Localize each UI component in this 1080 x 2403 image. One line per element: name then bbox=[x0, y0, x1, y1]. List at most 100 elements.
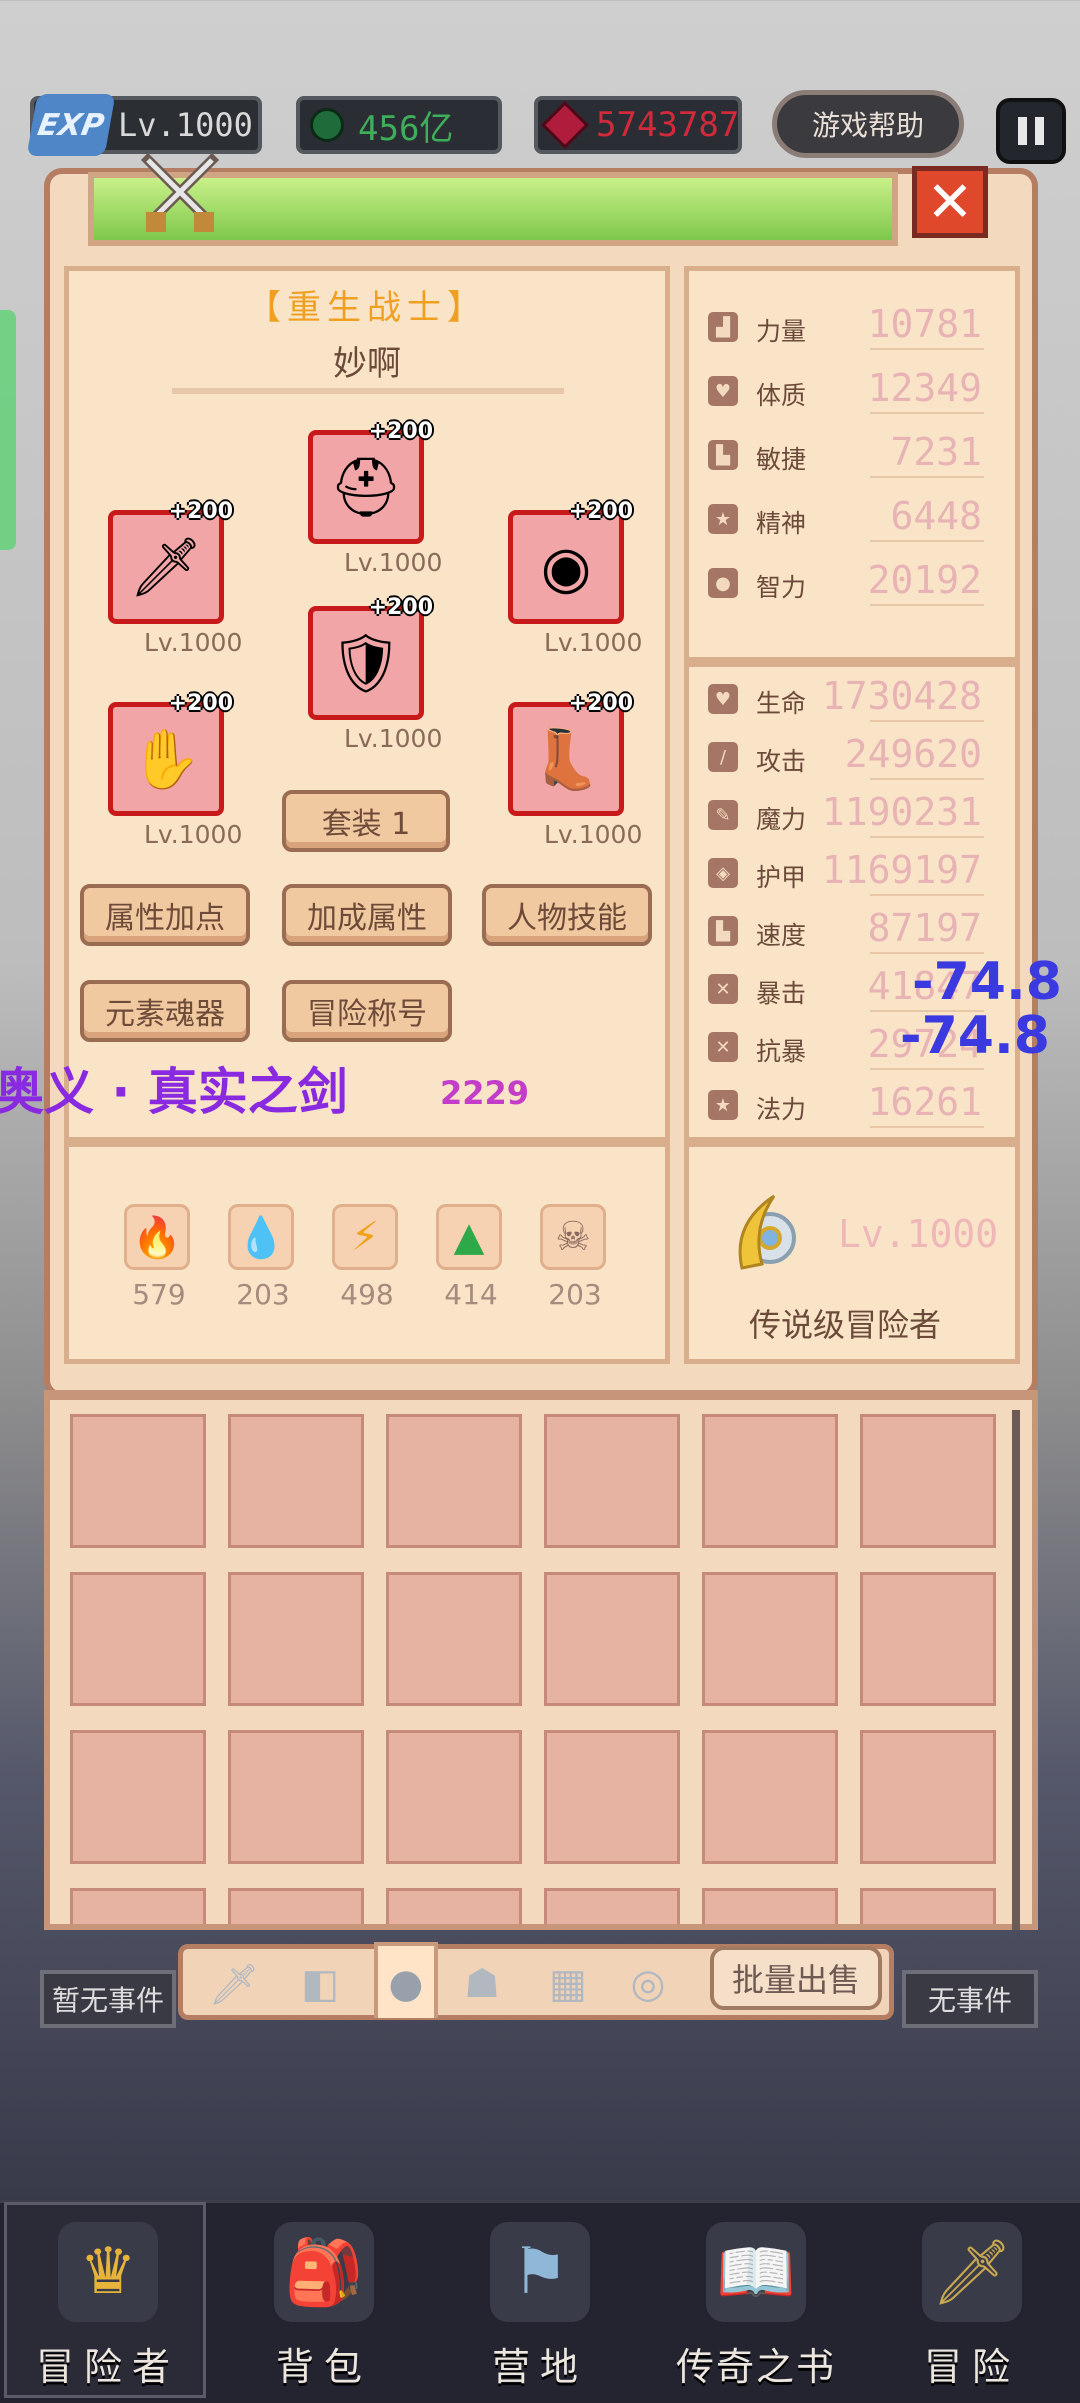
element-soul-button[interactable]: 元素魂器 bbox=[80, 980, 250, 1042]
inventory-slot[interactable] bbox=[228, 1888, 364, 1924]
sword-icon: / bbox=[708, 742, 738, 772]
stat-value: 16261 bbox=[867, 1080, 982, 1124]
nav-adventure[interactable]: 🗡 冒险 bbox=[864, 2214, 1080, 2394]
equip-level: Lv.1000 bbox=[344, 724, 443, 753]
resource-lightning: ⚡ 498 bbox=[332, 1204, 402, 1311]
enhance-level: +200 bbox=[368, 595, 433, 620]
sword-tab-icon[interactable]: 🗡 bbox=[204, 1954, 264, 2014]
inventory-slot[interactable] bbox=[228, 1414, 364, 1548]
armor-tab-icon[interactable]: ◧ bbox=[290, 1954, 350, 2014]
sword-icon: 🗡 bbox=[922, 2222, 1022, 2322]
damage-float: -74.8 bbox=[900, 1006, 1050, 1066]
round-shield-icon: ◉ bbox=[540, 533, 592, 601]
nav-adventurer[interactable]: ♛ 冒险者 bbox=[0, 2214, 216, 2394]
nav-label: 冒险者 bbox=[35, 2345, 180, 2389]
inventory-slot[interactable] bbox=[544, 1888, 680, 1924]
attr-value: 6448 bbox=[890, 494, 982, 538]
adventure-title-button[interactable]: 冒险称号 bbox=[282, 980, 452, 1042]
side-glow bbox=[0, 310, 16, 550]
equip-slot-boots[interactable]: +200 👢 bbox=[508, 691, 633, 816]
inventory-scrollbar[interactable] bbox=[1012, 1410, 1020, 1930]
legend-level: Lv.1000 bbox=[838, 1212, 999, 1256]
stat-value: 1730428 bbox=[821, 674, 982, 718]
nav-legend-book[interactable]: 📖 传奇之书 bbox=[648, 2214, 864, 2394]
ring-tab-icon[interactable]: ◎ bbox=[618, 1954, 678, 2014]
inventory-slot[interactable] bbox=[860, 1414, 996, 1548]
nav-backpack[interactable]: 🎒 背包 bbox=[216, 2214, 432, 2394]
legend-emblem-icon bbox=[722, 1184, 812, 1284]
gloves-icon: ✋ bbox=[129, 725, 203, 793]
attr-value: 10781 bbox=[867, 302, 982, 346]
name-divider bbox=[172, 388, 564, 394]
boots-icon: 👢 bbox=[529, 725, 603, 793]
equip-slot-gloves[interactable]: +200 ✋ bbox=[108, 691, 233, 816]
inventory-slot[interactable] bbox=[70, 1888, 206, 1924]
crit-resist-icon: ✕ bbox=[708, 1032, 738, 1062]
nav-label: 传奇之书 bbox=[675, 2345, 836, 2389]
inventory-slot[interactable] bbox=[70, 1572, 206, 1706]
inventory-slot[interactable] bbox=[386, 1414, 522, 1548]
equip-slot-helmet[interactable]: +200 ⛑ bbox=[308, 419, 433, 544]
inventory-slot[interactable] bbox=[228, 1730, 364, 1864]
game-help-button[interactable]: 游戏帮助 bbox=[772, 90, 964, 158]
stat-row-armor: ◈ 护甲 1169197 bbox=[700, 846, 990, 900]
resource-count: 498 bbox=[340, 1278, 394, 1311]
emerald-icon bbox=[310, 108, 344, 142]
crossed-swords-icon bbox=[136, 150, 224, 238]
equip-slot-shield[interactable]: +200 ◉ bbox=[508, 499, 633, 624]
inventory-slot[interactable] bbox=[544, 1730, 680, 1864]
inventory-slot[interactable] bbox=[544, 1414, 680, 1548]
heart-icon: ♥ bbox=[708, 376, 738, 406]
equip-level: Lv.1000 bbox=[144, 820, 243, 849]
player-level: Lv.1000 bbox=[118, 106, 253, 144]
close-button[interactable]: ✕ bbox=[912, 166, 988, 238]
inventory-slot[interactable] bbox=[860, 1730, 996, 1864]
close-icon: ✕ bbox=[926, 169, 974, 235]
character-skills-button[interactable]: 人物技能 bbox=[482, 884, 652, 946]
backpack-icon: 🎒 bbox=[274, 2222, 374, 2322]
inventory-slot[interactable] bbox=[386, 1572, 522, 1706]
nav-camp[interactable]: ⚑ 营地 bbox=[432, 2214, 648, 2394]
stat-points-button[interactable]: 属性加点 bbox=[80, 884, 250, 946]
armor-icon: 🛡 bbox=[329, 629, 403, 697]
bonus-stats-button[interactable]: 加成属性 bbox=[282, 884, 452, 946]
set-button[interactable]: 套装 1 bbox=[282, 790, 450, 852]
boot-icon: ▙ bbox=[708, 916, 738, 946]
helmet-tab-icon[interactable]: ● bbox=[376, 1954, 436, 2014]
stat-value: 1169197 bbox=[821, 848, 982, 892]
inventory-slot[interactable] bbox=[860, 1888, 996, 1924]
enhance-level: +200 bbox=[368, 419, 433, 444]
equip-slot-weapon[interactable]: +200 🗡 bbox=[108, 499, 233, 624]
inventory-slot[interactable] bbox=[702, 1888, 838, 1924]
heart-icon: ♥ bbox=[708, 684, 738, 714]
pause-button[interactable] bbox=[996, 98, 1066, 164]
inventory-slot[interactable] bbox=[386, 1888, 522, 1924]
attr-value: 7231 bbox=[890, 430, 982, 474]
pause-icon bbox=[1018, 117, 1027, 145]
flame-sword-icon: 🗡 bbox=[129, 533, 203, 601]
gloves-tab-icon[interactable]: ☗ bbox=[452, 1954, 512, 2014]
inventory-slot[interactable] bbox=[228, 1572, 364, 1706]
equip-slot-armor[interactable]: +200 🛡 bbox=[308, 595, 433, 720]
inventory-slot[interactable] bbox=[386, 1730, 522, 1864]
exp-level-pill: EXP Lv.1000 bbox=[26, 94, 262, 156]
bulk-sell-button[interactable]: 批量出售 bbox=[710, 1946, 882, 2010]
inventory-slot[interactable] bbox=[70, 1730, 206, 1864]
attr-label: 精神 bbox=[756, 509, 807, 538]
inventory-slot[interactable] bbox=[702, 1414, 838, 1548]
attr-row-strength: ▟ 力量 10781 bbox=[700, 300, 990, 354]
attr-value: 20192 bbox=[867, 558, 982, 602]
inventory-slot[interactable] bbox=[70, 1414, 206, 1548]
inventory-slot[interactable] bbox=[860, 1572, 996, 1706]
inventory-slot[interactable] bbox=[702, 1730, 838, 1864]
class-name: 【重生战士】 bbox=[247, 288, 487, 328]
boots-tab-icon[interactable]: ▦ bbox=[538, 1954, 598, 2014]
star-icon: ★ bbox=[708, 504, 738, 534]
stat-row-magic: ✎ 魔力 1190231 bbox=[700, 788, 990, 842]
inventory-grid bbox=[44, 1390, 1038, 1930]
attr-row-agility: ▙ 敏捷 7231 bbox=[700, 428, 990, 482]
resource-fire: 🔥 579 bbox=[124, 1204, 194, 1311]
legend-title: 传说级冒险者 bbox=[748, 1306, 941, 1344]
inventory-slot[interactable] bbox=[544, 1572, 680, 1706]
inventory-slot[interactable] bbox=[702, 1572, 838, 1706]
